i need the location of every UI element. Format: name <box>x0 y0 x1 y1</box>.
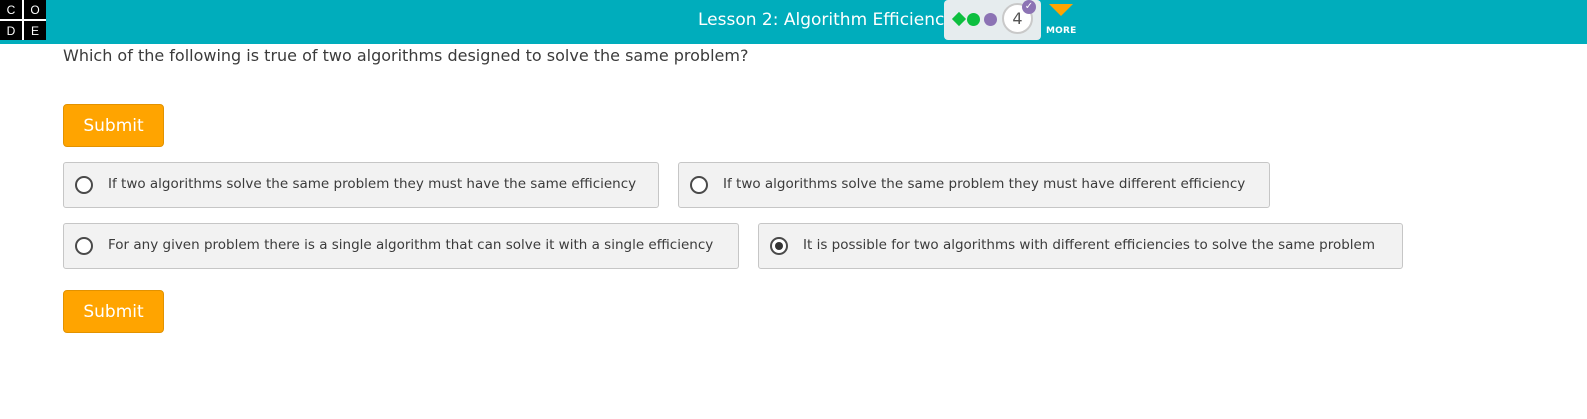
radio-button[interactable] <box>690 176 708 194</box>
answer-option-b[interactable]: If two algorithms solve the same problem… <box>678 162 1270 208</box>
answer-option-d[interactable]: It is possible for two algorithms with d… <box>758 223 1403 269</box>
more-label: MORE <box>1046 26 1077 36</box>
question-prompt: Which of the following is true of two al… <box>63 46 749 65</box>
logo-letter: C <box>0 0 22 19</box>
top-header: C O D E Lesson 2: Algorithm Efficiency 4… <box>0 0 1587 44</box>
logo-letter: D <box>0 21 22 40</box>
check-icon: ✓ <box>1022 0 1036 14</box>
logo-letter: O <box>24 0 46 19</box>
code-org-logo[interactable]: C O D E <box>0 0 46 40</box>
radio-button-selected[interactable] <box>770 237 788 255</box>
progress-diamond-icon[interactable] <box>951 11 967 27</box>
answer-option-label: If two algorithms solve the same problem… <box>108 176 637 192</box>
progress-dot-completed[interactable] <box>967 13 980 26</box>
submit-button-top[interactable]: Submit <box>63 104 164 147</box>
lesson-progress: 4 ✓ <box>944 0 1041 40</box>
logo-letter: E <box>24 21 46 40</box>
answer-option-label: If two algorithms solve the same problem… <box>723 176 1246 192</box>
answer-option-label: For any given problem there is a single … <box>108 237 714 253</box>
triangle-down-icon <box>1049 4 1073 16</box>
radio-button[interactable] <box>75 237 93 255</box>
answer-option-c[interactable]: For any given problem there is a single … <box>63 223 739 269</box>
progress-dot-submitted[interactable] <box>984 13 997 26</box>
lesson-title: Lesson 2: Algorithm Efficiency <box>698 10 955 30</box>
more-menu-button[interactable]: MORE <box>1043 0 1081 44</box>
answer-option-a[interactable]: If two algorithms solve the same problem… <box>63 162 659 208</box>
submit-button-bottom[interactable]: Submit <box>63 290 164 333</box>
answer-option-label: It is possible for two algorithms with d… <box>803 237 1376 253</box>
radio-button[interactable] <box>75 176 93 194</box>
